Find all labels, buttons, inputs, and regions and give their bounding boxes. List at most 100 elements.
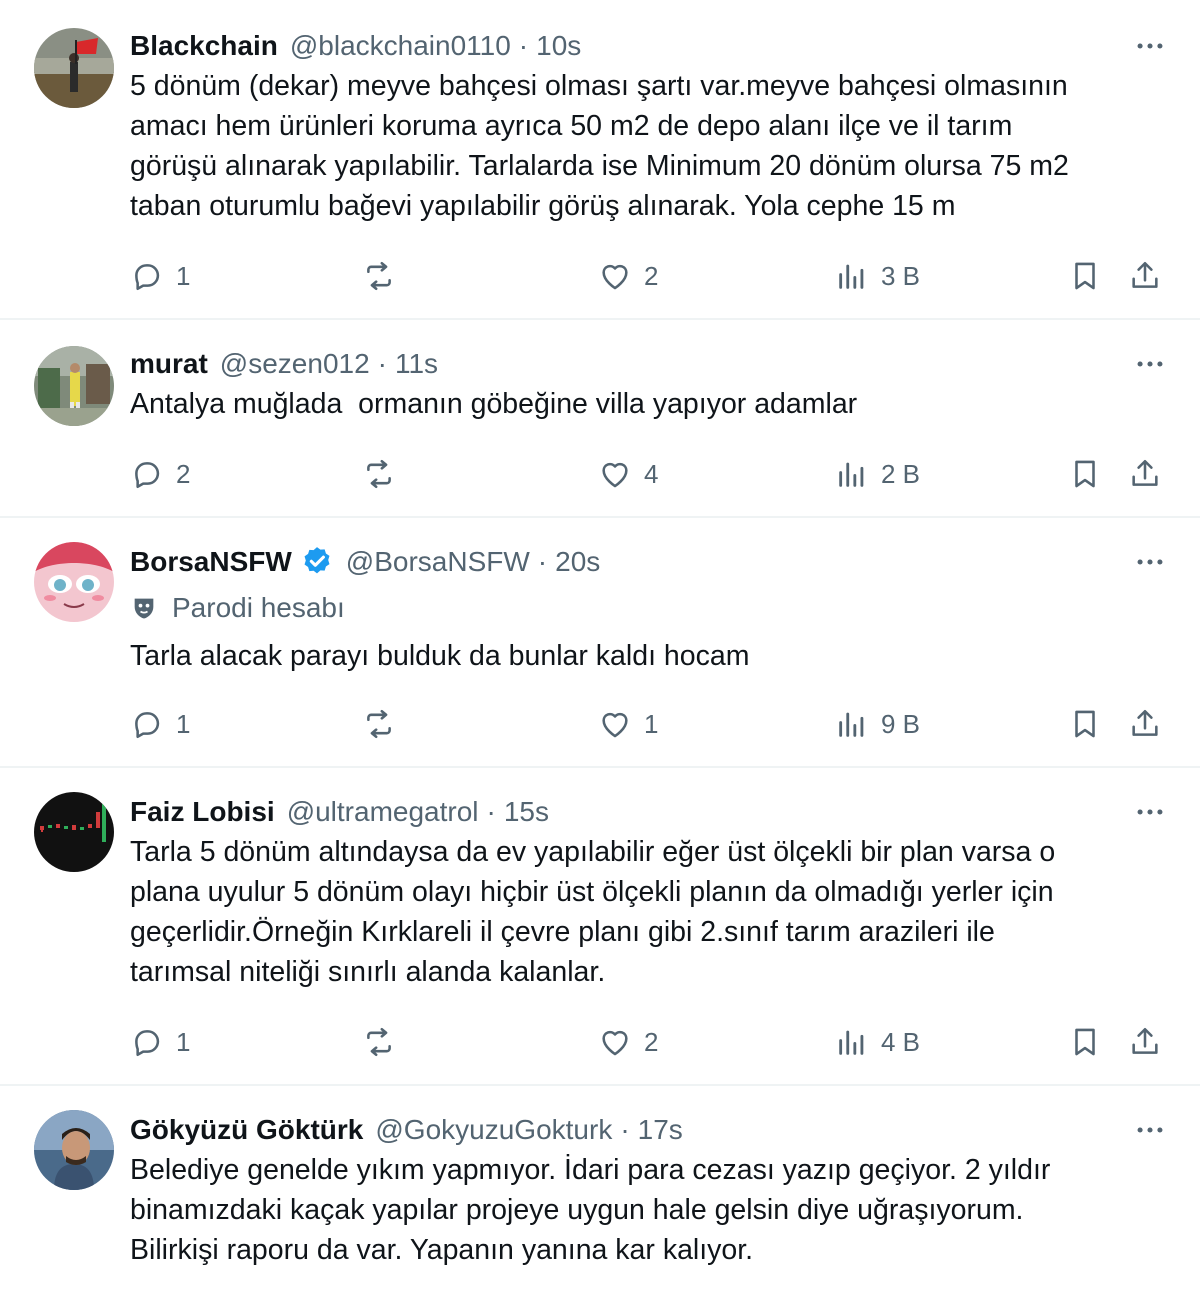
view-count: 3 B (881, 260, 921, 291)
tweet-actions: 2 4 2 B (130, 452, 1170, 496)
tweet[interactable]: BorsaNSFW @BorsaNSFW · 20s Parodi hesabı… (0, 518, 1200, 768)
reply-button[interactable]: 2 (130, 452, 190, 496)
parody-label: Parodi hesabı (130, 588, 1170, 628)
like-button[interactable]: 2 (598, 254, 658, 298)
user-handle[interactable]: @blackchain0110 (290, 30, 511, 62)
heart-icon (602, 1030, 628, 1056)
retweet-button[interactable] (362, 702, 396, 746)
tweet-header: BorsaNSFW @BorsaNSFW · 20s (130, 542, 1170, 582)
bookmark-icon (1075, 262, 1095, 290)
bookmark-button[interactable] (1068, 702, 1102, 746)
more-dots-icon[interactable] (1130, 792, 1170, 832)
heart-icon (602, 264, 628, 290)
tweet-actions: 1 2 4 B (130, 1020, 1170, 1064)
share-icon (1132, 261, 1158, 288)
tweet[interactable]: Gökyüzü Göktürk @GokyuzuGokturk · 17s Be… (0, 1086, 1200, 1296)
views-button[interactable]: 3 B (835, 254, 920, 298)
bookmark-icon (1075, 1028, 1095, 1056)
avatar[interactable] (34, 1110, 114, 1190)
display-name[interactable]: Faiz Lobisi (130, 796, 275, 828)
reply-count: 2 (176, 458, 191, 489)
views-button[interactable]: 4 B (835, 1020, 920, 1064)
avatar-image (34, 346, 114, 426)
verified-badge-icon (300, 545, 334, 579)
reply-count: 1 (176, 260, 191, 291)
reply-count: 1 (176, 1026, 191, 1057)
avatar-image (34, 792, 114, 872)
timestamp[interactable]: 11s (395, 348, 438, 380)
separator-dot: · (537, 546, 548, 577)
share-button[interactable] (1128, 254, 1162, 298)
avatar[interactable] (34, 28, 114, 108)
views-button[interactable]: 9 B (835, 702, 920, 746)
display-name[interactable]: Gökyüzü Göktürk (130, 1114, 363, 1146)
more-dots-icon[interactable] (1130, 344, 1170, 384)
display-name[interactable]: BorsaNSFW (130, 546, 292, 578)
reply-button[interactable]: 1 (130, 702, 190, 746)
retweet-button[interactable] (362, 452, 396, 496)
retweet-button[interactable] (362, 254, 396, 298)
bookmark-icon (1075, 460, 1095, 488)
reply-button[interactable]: 1 (130, 254, 190, 298)
separator-dot: · (377, 348, 387, 379)
tweet-header: murat @sezen012 · 11s (130, 344, 1170, 384)
views-chart-icon (839, 264, 864, 289)
like-button[interactable]: 1 (598, 702, 658, 746)
parody-label-text: Parodi hesabı (172, 592, 345, 623)
tweet-text: Tarla alacak parayı bulduk da bunlar kal… (130, 640, 750, 672)
avatar[interactable] (34, 346, 114, 426)
timestamp[interactable]: 20s (555, 546, 600, 578)
separator-dot: · (620, 1114, 630, 1145)
share-button[interactable] (1128, 452, 1162, 496)
like-count: 4 (644, 458, 659, 489)
tweet-text: Tarla 5 dönüm altındaysa da ev yapılabil… (130, 836, 1056, 988)
retweet-button[interactable] (362, 1020, 396, 1064)
more-dots-icon[interactable] (1130, 26, 1170, 66)
display-name[interactable]: Blackchain (130, 30, 278, 62)
user-handle[interactable]: @BorsaNSFW (346, 546, 530, 578)
tweet-text: Belediye genelde yıkım yapmıyor. İdari p… (130, 1154, 1051, 1266)
tweet-actions: 1 1 9 B (130, 702, 1170, 746)
tweet[interactable]: murat @sezen012 · 11s Antalya muğlada or… (0, 320, 1200, 518)
reply-button[interactable]: 1 (130, 1020, 190, 1064)
retweet-icon (367, 1027, 391, 1057)
view-count: 4 B (881, 1026, 921, 1057)
bookmark-icon (1075, 710, 1095, 738)
views-chart-icon (839, 712, 864, 737)
more-dots-icon[interactable] (1130, 1110, 1170, 1150)
parody-mask-icon (130, 594, 158, 622)
retweet-icon (367, 709, 391, 739)
separator-dot: · (486, 796, 496, 827)
retweet-icon (367, 261, 391, 291)
reply-icon (135, 712, 160, 739)
tweet-text: 5 dönüm (dekar) meyve bahçesi olması şar… (130, 70, 1069, 222)
timestamp[interactable]: 15s (504, 796, 549, 828)
tweet[interactable]: Blackchain @blackchain0110 · 10s 5 dönüm… (0, 0, 1200, 320)
bookmark-button[interactable] (1068, 1020, 1102, 1064)
bookmark-button[interactable] (1068, 254, 1102, 298)
user-handle[interactable]: @GokyuzuGokturk (375, 1114, 612, 1146)
share-icon (1132, 459, 1158, 486)
avatar[interactable] (34, 542, 114, 622)
bottom-fade (0, 1272, 1200, 1296)
tweet-header: Blackchain @blackchain0110 · 10s (130, 26, 1170, 66)
avatar[interactable] (34, 792, 114, 872)
more-dots-icon[interactable] (1130, 542, 1170, 582)
reply-icon (135, 462, 160, 489)
like-button[interactable]: 2 (598, 1020, 658, 1064)
tweet-actions: 1 2 3 B (130, 254, 1170, 298)
user-handle[interactable]: @ultramegatrol (287, 796, 479, 828)
user-handle[interactable]: @sezen012 (220, 348, 370, 380)
share-button[interactable] (1128, 1020, 1162, 1064)
bookmark-button[interactable] (1068, 452, 1102, 496)
timestamp[interactable]: 17s (638, 1114, 683, 1146)
views-button[interactable]: 2 B (835, 452, 920, 496)
display-name[interactable]: murat (130, 348, 208, 380)
share-button[interactable] (1128, 702, 1162, 746)
like-button[interactable]: 4 (598, 452, 658, 496)
tweet[interactable]: Faiz Lobisi @ultramegatrol · 15s Tarla 5… (0, 768, 1200, 1086)
heart-icon (602, 462, 628, 488)
reply-feed: Blackchain @blackchain0110 · 10s 5 dönüm… (0, 0, 1200, 1296)
timestamp[interactable]: 10s (536, 30, 581, 62)
tweet-text: Antalya muğlada ormanın göbeğine villa y… (130, 388, 858, 420)
